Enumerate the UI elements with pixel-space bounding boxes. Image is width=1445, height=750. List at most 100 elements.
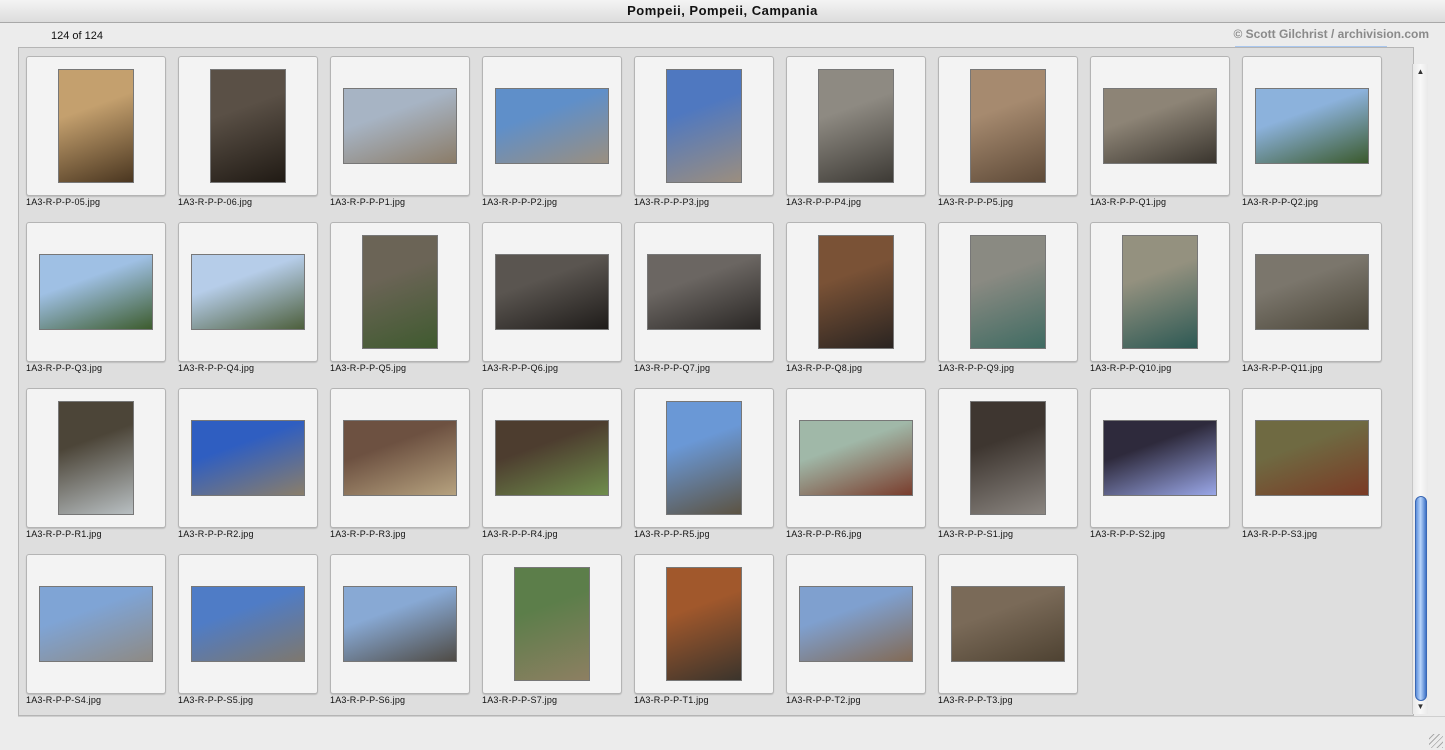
thumbnail-item[interactable]: 1A3-R-P-P-Q10.jpg [1084,214,1236,380]
resize-grip-icon[interactable] [1429,734,1443,748]
thumbnail-item[interactable]: 1A3-R-P-P-Q5.jpg [324,214,476,380]
thumbnail-frame[interactable] [1090,56,1230,196]
thumbnail-image[interactable] [1122,235,1198,349]
thumbnail-image[interactable] [343,88,457,164]
thumbnail-item[interactable]: 1A3-R-P-P-Q6.jpg [476,214,628,380]
thumbnail-image[interactable] [647,254,761,330]
thumbnail-image[interactable] [343,420,457,496]
thumbnail-item[interactable]: 1A3-R-P-P-P5.jpg [932,48,1084,214]
thumbnail-image[interactable] [58,69,134,183]
thumbnail-item[interactable]: 1A3-R-P-P-P1.jpg [324,48,476,214]
thumbnail-item[interactable]: 1A3-R-P-P-05.jpg [20,48,172,214]
thumbnail-image[interactable] [58,401,134,515]
thumbnail-frame[interactable] [1242,222,1382,362]
thumbnail-image[interactable] [495,420,609,496]
thumbnail-item[interactable]: 1A3-R-P-P-Q11.jpg [1236,214,1388,380]
thumbnail-item[interactable]: 1A3-R-P-P-P3.jpg [628,48,780,214]
scroll-down-arrow-icon[interactable]: ▼ [1415,701,1426,712]
thumbnail-frame[interactable] [178,554,318,694]
thumbnail-item[interactable]: 1A3-R-P-P-Q8.jpg [780,214,932,380]
thumbnail-frame[interactable] [330,388,470,528]
thumbnail-image[interactable] [39,586,153,662]
thumbnail-item[interactable]: 1A3-R-P-P-T2.jpg [780,546,932,712]
thumbnail-image[interactable] [495,254,609,330]
thumbnail-frame[interactable] [482,388,622,528]
thumbnail-item[interactable]: 1A3-R-P-P-S4.jpg [20,546,172,712]
thumbnail-frame[interactable] [634,554,774,694]
thumbnail-frame[interactable] [634,56,774,196]
thumbnail-item[interactable]: 1A3-R-P-P-Q4.jpg [172,214,324,380]
thumbnail-frame[interactable] [938,222,1078,362]
thumbnail-frame[interactable] [26,554,166,694]
thumbnail-item[interactable]: 1A3-R-P-P-R4.jpg [476,380,628,546]
thumbnail-item[interactable]: 1A3-R-P-P-Q1.jpg [1084,48,1236,214]
thumbnail-image[interactable] [951,586,1065,662]
thumbnail-image[interactable] [210,69,286,183]
thumbnail-image[interactable] [343,586,457,662]
thumbnail-frame[interactable] [482,554,622,694]
thumbnail-image[interactable] [666,69,742,183]
thumbnail-frame[interactable] [1090,388,1230,528]
copyright-link[interactable]: © Scott Gilchrist / archivision.com [1233,27,1429,41]
thumbnail-frame[interactable] [938,554,1078,694]
thumbnail-frame[interactable] [1090,222,1230,362]
thumbnail-image[interactable] [39,254,153,330]
thumbnail-image[interactable] [362,235,438,349]
thumbnail-frame[interactable] [26,56,166,196]
thumbnail-frame[interactable] [178,388,318,528]
thumbnail-image[interactable] [495,88,609,164]
vertical-scrollbar[interactable]: ▲ ▼ [1412,64,1428,714]
thumbnail-item[interactable]: 1A3-R-P-P-P2.jpg [476,48,628,214]
thumbnail-frame[interactable] [1242,388,1382,528]
thumbnail-frame[interactable] [938,388,1078,528]
thumbnail-image[interactable] [1103,420,1217,496]
thumbnail-item[interactable]: 1A3-R-P-P-R5.jpg [628,380,780,546]
thumbnail-item[interactable]: 1A3-R-P-P-Q3.jpg [20,214,172,380]
thumbnail-image[interactable] [970,235,1046,349]
thumbnail-frame[interactable] [482,56,622,196]
thumbnail-image[interactable] [191,420,305,496]
thumbnail-image[interactable] [799,420,913,496]
thumbnail-frame[interactable] [178,56,318,196]
thumbnail-image[interactable] [1255,254,1369,330]
thumbnail-item[interactable]: 1A3-R-P-P-S6.jpg [324,546,476,712]
thumbnail-image[interactable] [666,401,742,515]
thumbnail-frame[interactable] [330,56,470,196]
thumbnail-item[interactable]: 1A3-R-P-P-Q9.jpg [932,214,1084,380]
thumbnail-item[interactable]: 1A3-R-P-P-R6.jpg [780,380,932,546]
thumbnail-image[interactable] [818,69,894,183]
thumbnail-item[interactable]: 1A3-R-P-P-S7.jpg [476,546,628,712]
thumbnail-image[interactable] [799,586,913,662]
thumbnail-image[interactable] [1103,88,1217,164]
thumbnail-frame[interactable] [26,222,166,362]
thumbnail-item[interactable]: 1A3-R-P-P-Q2.jpg [1236,48,1388,214]
scrollbar-thumb[interactable] [1415,496,1427,701]
thumbnail-item[interactable]: 1A3-R-P-P-S1.jpg [932,380,1084,546]
thumbnail-item[interactable]: 1A3-R-P-P-T3.jpg [932,546,1084,712]
thumbnail-frame[interactable] [786,554,926,694]
thumbnail-item[interactable]: 1A3-R-P-P-Q7.jpg [628,214,780,380]
thumbnail-item[interactable]: 1A3-R-P-P-R1.jpg [20,380,172,546]
thumbnail-item[interactable]: 1A3-R-P-P-P4.jpg [780,48,932,214]
thumbnail-image[interactable] [818,235,894,349]
thumbnail-frame[interactable] [938,56,1078,196]
thumbnail-frame[interactable] [330,554,470,694]
thumbnail-image[interactable] [1255,88,1369,164]
scroll-up-arrow-icon[interactable]: ▲ [1415,66,1426,77]
thumbnail-frame[interactable] [330,222,470,362]
thumbnail-item[interactable]: 1A3-R-P-P-S2.jpg [1084,380,1236,546]
thumbnail-frame[interactable] [482,222,622,362]
thumbnail-item[interactable]: 1A3-R-P-P-S5.jpg [172,546,324,712]
thumbnail-frame[interactable] [26,388,166,528]
thumbnail-frame[interactable] [634,388,774,528]
thumbnail-frame[interactable] [1242,56,1382,196]
thumbnail-item[interactable]: 1A3-R-P-P-S3.jpg [1236,380,1388,546]
thumbnail-frame[interactable] [178,222,318,362]
thumbnail-image[interactable] [666,567,742,681]
thumbnail-item[interactable]: 1A3-R-P-P-06.jpg [172,48,324,214]
thumbnail-grid[interactable]: 1A3-R-P-P-05.jpg 1A3-R-P-P-06.jpg 1A3-R-P-… [18,47,1414,716]
thumbnail-image[interactable] [970,401,1046,515]
thumbnail-image[interactable] [191,586,305,662]
thumbnail-image[interactable] [970,69,1046,183]
thumbnail-image[interactable] [514,567,590,681]
